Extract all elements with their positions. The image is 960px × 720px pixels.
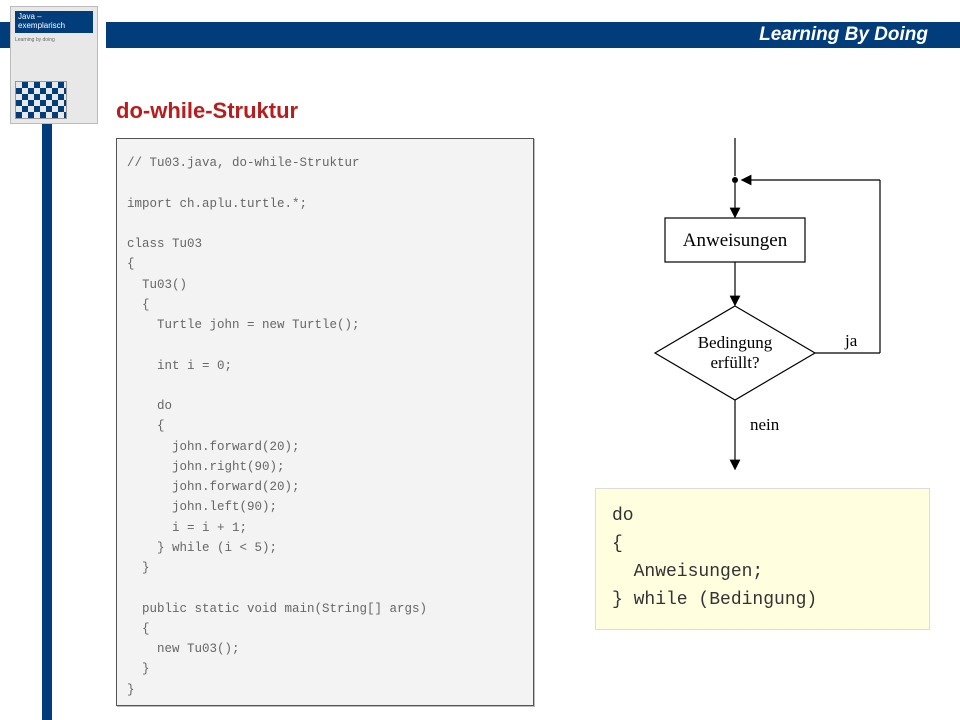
page-header-title: Learning By Doing <box>759 24 928 46</box>
flowchart-no-label: nein <box>750 415 780 434</box>
book-title: Java – exemplarisch <box>15 11 93 33</box>
book-title-line2: exemplarisch <box>18 21 65 30</box>
left-stripe <box>42 48 52 720</box>
flowchart-diamond-line2: erfüllt? <box>710 353 759 372</box>
book-checker-icon <box>15 81 67 119</box>
code-sample: // Tu03.java, do-while-Struktur import c… <box>116 138 534 706</box>
book-subtitle: Learning by doing <box>15 37 93 43</box>
flowchart-yes-label: ja <box>844 331 858 350</box>
flowchart: Anweisungen Bedingung erfüllt? ja nein <box>575 138 940 478</box>
flowchart-box-label: Anweisungen <box>683 230 788 251</box>
book-title-line1: Java – <box>18 12 42 21</box>
section-title: do-while-Struktur <box>116 98 298 124</box>
flowchart-diamond-line1: Bedingung <box>698 333 773 352</box>
syntax-box: do { Anweisungen; } while (Bedingung) <box>595 488 930 630</box>
book-cover: Java – exemplarisch Learning by doing <box>10 6 98 124</box>
